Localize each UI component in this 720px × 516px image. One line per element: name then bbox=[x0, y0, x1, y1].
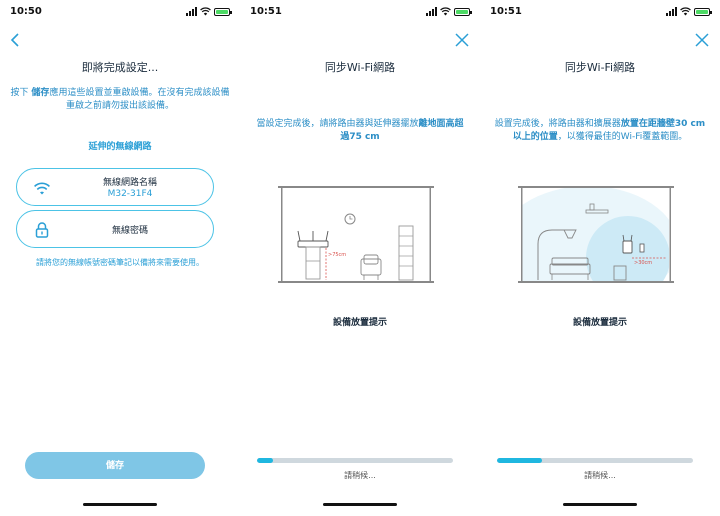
close-icon[interactable] bbox=[452, 30, 472, 50]
page-title: 即將完成設定... bbox=[81, 61, 159, 74]
cellular-signal-icon bbox=[426, 7, 437, 16]
screen-finish-setup: 10:50 即將完成設定... 按下 儲存應用這些設置並重啟設備。在沒有完成該設… bbox=[0, 0, 240, 516]
progress-bar bbox=[497, 458, 693, 463]
save-credentials-note: 請將您的無線帳號密碼筆記以備將來需要使用。 bbox=[36, 258, 204, 267]
cellular-signal-icon bbox=[666, 7, 677, 16]
battery-icon bbox=[214, 7, 232, 16]
placement-tip: 設備放置提示 bbox=[572, 318, 627, 328]
save-description: 按下 儲存應用這些設置並重啟設備。在沒有完成該設備重啟之前請勿拔出該設備。 bbox=[10, 88, 230, 111]
wifi-status-icon bbox=[680, 7, 691, 16]
lock-icon bbox=[35, 222, 49, 238]
page-title: 同步Wi-Fi網路 bbox=[324, 61, 396, 74]
battery-icon bbox=[454, 7, 472, 16]
status-time: 10:51 bbox=[250, 6, 282, 17]
chevron-left-icon[interactable] bbox=[6, 30, 26, 50]
page-title: 同步Wi-Fi網路 bbox=[564, 61, 636, 74]
network-name-card: 無線網路名稱 M32-31F4 bbox=[16, 168, 214, 206]
password-card[interactable]: 無線密碼 bbox=[16, 210, 214, 248]
height-measure-label: >75cm bbox=[328, 252, 346, 258]
placement-tip: 設備放置提示 bbox=[332, 318, 387, 328]
wifi-icon bbox=[34, 182, 50, 195]
height-description: 當設定完成後，請將路由器與延伸器擺放離地面高超過75 cm bbox=[256, 119, 464, 142]
wifi-status-icon bbox=[200, 7, 211, 16]
battery-icon bbox=[694, 7, 712, 16]
progress-fill bbox=[257, 458, 273, 463]
network-name-value: M32-31F4 bbox=[107, 189, 153, 199]
status-bar: 10:51 bbox=[250, 6, 472, 20]
close-icon[interactable] bbox=[692, 30, 712, 50]
status-bar: 10:51 bbox=[490, 6, 712, 20]
home-indicator bbox=[323, 503, 397, 506]
wall-distance-measure-label: >30cm bbox=[634, 260, 652, 266]
screen-sync-height: 10:51 同步Wi-Fi網路 當設定完成後，請將路由器與延伸器擺放離地面高超過… bbox=[240, 0, 480, 516]
status-time: 10:50 bbox=[10, 6, 42, 17]
wait-text: 請稍候... bbox=[344, 471, 376, 480]
wall-distance-description: 設置完成後，將路由器和擴展器放置在距牆壁30 cm以上的位置，以獲得最佳的Wi-… bbox=[494, 119, 706, 142]
progress-fill bbox=[497, 458, 543, 463]
password-label: 無線密碼 bbox=[111, 226, 148, 236]
progress-bar bbox=[257, 458, 453, 463]
home-indicator bbox=[563, 503, 637, 506]
home-indicator bbox=[83, 503, 157, 506]
wifi-status-icon bbox=[440, 7, 451, 16]
save-button[interactable]: 儲存 bbox=[25, 452, 205, 479]
wait-text: 請稍候... bbox=[584, 471, 616, 480]
network-name-label: 無線網路名稱 bbox=[102, 178, 157, 188]
cellular-signal-icon bbox=[186, 7, 197, 16]
extended-network-heading: 延伸的無線網路 bbox=[88, 142, 152, 152]
room-height-illustration: >75cm bbox=[278, 186, 434, 283]
room-coverage-illustration: >30cm bbox=[518, 186, 674, 283]
status-time: 10:51 bbox=[490, 6, 522, 17]
status-bar: 10:50 bbox=[10, 6, 232, 20]
screen-sync-wall-distance: 10:51 同步Wi-Fi網路 設置完成後，將路由器和擴展器放置在距牆壁30 c… bbox=[480, 0, 720, 516]
